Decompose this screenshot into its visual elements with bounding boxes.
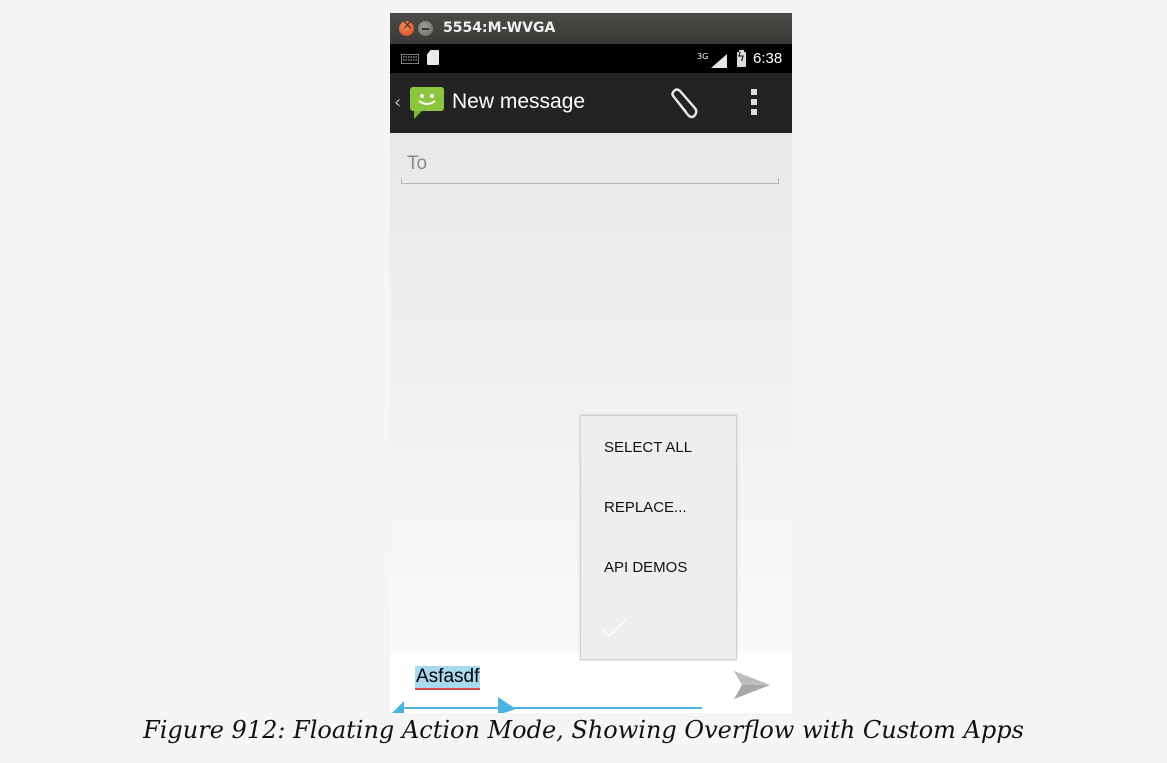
menu-item-select-all[interactable]: SELECT ALL bbox=[604, 439, 692, 456]
overflow-menu-icon[interactable] bbox=[750, 89, 758, 119]
minimize-window-icon[interactable] bbox=[418, 21, 433, 36]
checkmark-icon[interactable] bbox=[599, 616, 629, 640]
floating-action-menu: SELECT ALL REPLACE... API DEMOS bbox=[580, 415, 737, 660]
to-placeholder: To bbox=[407, 153, 428, 174]
battery-charging-icon bbox=[737, 50, 746, 67]
emulator-window: 5554:M-WVGA 3G 6:38 ‹ New message bbox=[390, 13, 792, 713]
action-bar-title: New message bbox=[452, 90, 586, 113]
messaging-app-icon[interactable] bbox=[408, 85, 446, 121]
paperclip-attach-icon[interactable] bbox=[666, 87, 700, 121]
window-title: 5554:M-WVGA bbox=[443, 20, 556, 36]
selection-handle-right[interactable] bbox=[498, 697, 516, 713]
status-bar: 3G 6:38 bbox=[390, 44, 792, 73]
back-chevron-icon[interactable]: ‹ bbox=[394, 92, 401, 113]
status-clock: 6:38 bbox=[753, 50, 783, 67]
send-icon[interactable] bbox=[732, 669, 772, 701]
menu-item-replace[interactable]: REPLACE... bbox=[604, 499, 687, 516]
text-field-underline bbox=[404, 707, 702, 709]
action-bar: ‹ New message bbox=[390, 73, 792, 133]
close-window-icon[interactable] bbox=[399, 18, 414, 36]
compose-bar: Asfasdf bbox=[390, 653, 792, 713]
message-input[interactable]: Asfasdf bbox=[415, 666, 481, 690]
recipient-to-field[interactable]: To bbox=[401, 151, 779, 184]
window-titlebar: 5554:M-WVGA bbox=[390, 13, 792, 44]
signal-icon: 3G bbox=[697, 52, 727, 68]
sd-card-icon bbox=[427, 50, 439, 65]
selection-handle-left[interactable] bbox=[390, 701, 404, 713]
svg-text:3G: 3G bbox=[697, 52, 708, 61]
figure-caption: Figure 912: Floating Action Mode, Showin… bbox=[143, 716, 1024, 744]
menu-item-api-demos[interactable]: API DEMOS bbox=[604, 559, 687, 576]
keyboard-icon bbox=[401, 54, 419, 64]
